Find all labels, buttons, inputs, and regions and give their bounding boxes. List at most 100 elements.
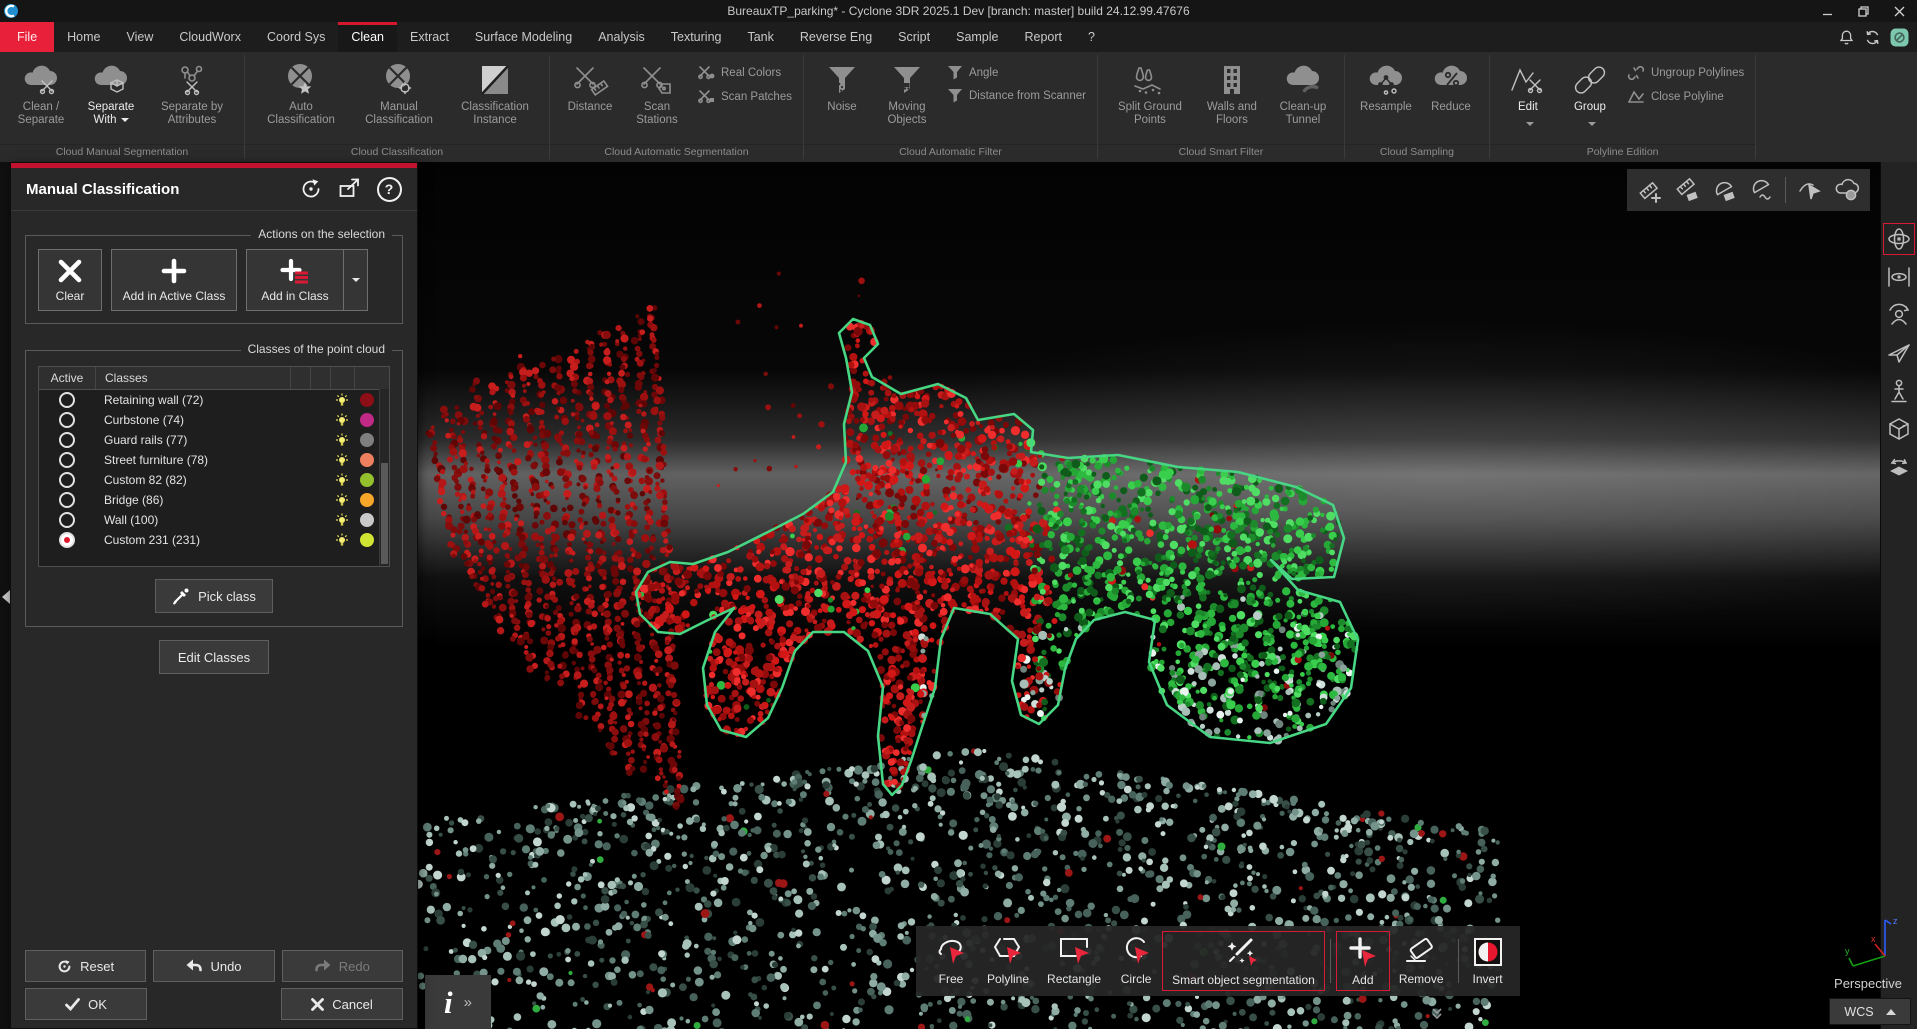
tab-file[interactable]: File (0, 22, 54, 52)
angle-filter-button[interactable]: Angle (947, 65, 1086, 80)
class-row[interactable]: Wall (100) (39, 510, 389, 530)
add-in-class-button[interactable]: Add in Class (246, 249, 344, 311)
class-color-swatch[interactable] (360, 413, 374, 427)
visibility-bulb-icon[interactable] (335, 433, 349, 447)
expand-info-chevron[interactable]: » (464, 994, 472, 1011)
class-color-swatch[interactable] (360, 453, 374, 467)
tool-smart-object-segmentation[interactable]: Smart object segmentation (1162, 931, 1325, 991)
projection-label[interactable]: Perspective (1823, 976, 1913, 991)
radio-unselected[interactable] (59, 512, 75, 528)
edit-classes-button[interactable]: Edit Classes (159, 640, 269, 674)
ok-button[interactable]: OK (25, 988, 147, 1020)
manual-classification-button[interactable]: Manual Classification (350, 57, 448, 129)
point-cloud-canvas[interactable] (418, 162, 1880, 1029)
detach-panel-icon[interactable] (337, 176, 363, 202)
clean-up-tunnel-button[interactable]: Clean-up Tunnel (1269, 57, 1337, 129)
radio-unselected[interactable] (59, 472, 75, 488)
real-colors-button[interactable]: Real Colors (697, 65, 792, 81)
tool-free[interactable]: Free (924, 931, 978, 991)
visibility-bulb-icon[interactable] (335, 493, 349, 507)
resample-button[interactable]: Resample (1352, 57, 1420, 116)
panel-collapse-arrow[interactable] (2, 590, 10, 604)
cancel-button[interactable]: Cancel (281, 988, 403, 1020)
close-button[interactable] (1881, 0, 1917, 22)
notifications-bell-icon[interactable] (1838, 29, 1855, 46)
reduce-button[interactable]: Reduce (1420, 57, 1482, 116)
restore-button[interactable] (1845, 0, 1881, 22)
tab-report[interactable]: Report (1012, 22, 1076, 52)
class-color-swatch[interactable] (360, 433, 374, 447)
tab-coord-sys[interactable]: Coord Sys (254, 22, 338, 52)
add-distance-measure-icon[interactable] (1634, 174, 1666, 206)
classes-scrollbar[interactable] (379, 389, 389, 566)
classification-instance-button[interactable]: Classification Instance (448, 57, 542, 129)
group-polylines-button[interactable]: Group (1559, 57, 1621, 135)
class-row[interactable]: Curbstone (74) (39, 410, 389, 430)
tool-rectangle[interactable]: Rectangle (1038, 931, 1110, 991)
class-color-swatch[interactable] (360, 493, 374, 507)
tab-sample[interactable]: Sample (943, 22, 1011, 52)
visibility-bulb-icon[interactable] (335, 453, 349, 467)
radio-unselected[interactable] (59, 412, 75, 428)
scan-patches-button[interactable]: Scan Patches (697, 89, 792, 105)
pick-cloud-icon[interactable] (1831, 174, 1863, 206)
class-row[interactable]: Custom 82 (82) (39, 470, 389, 490)
clean-separate-button[interactable]: Clean / Separate (7, 57, 75, 129)
assistant-icon[interactable] (1890, 28, 1909, 47)
wcs-dropdown[interactable]: WCS (1829, 998, 1911, 1025)
visibility-bulb-icon[interactable] (335, 533, 349, 547)
radio-unselected[interactable] (59, 452, 75, 468)
view-cube-button[interactable] (1884, 414, 1914, 444)
tab-help[interactable]: ? (1075, 22, 1108, 52)
visibility-bulb-icon[interactable] (335, 413, 349, 427)
tab-extract[interactable]: Extract (397, 22, 462, 52)
class-row-active[interactable]: Custom 231 (231) (39, 530, 389, 550)
visibility-bulb-icon[interactable] (335, 473, 349, 487)
scrollbar-thumb[interactable] (381, 463, 388, 564)
noise-button[interactable]: Noise (811, 57, 873, 116)
pick-class-button[interactable]: Pick class (155, 579, 273, 613)
radio-selected[interactable] (59, 532, 75, 548)
radio-unselected[interactable] (59, 492, 75, 508)
tab-analysis[interactable]: Analysis (585, 22, 658, 52)
visibility-bulb-icon[interactable] (335, 513, 349, 527)
distance-button[interactable]: Distance (557, 57, 623, 116)
constrained-orbit-button[interactable] (1884, 262, 1914, 292)
turntable-button[interactable] (1884, 452, 1914, 482)
close-polyline-button[interactable]: Close Polyline (1627, 89, 1744, 105)
fly-mode-button[interactable] (1884, 338, 1914, 368)
sync-icon[interactable] (1864, 29, 1881, 46)
radio-unselected[interactable] (59, 432, 75, 448)
help-icon[interactable]: ? (376, 176, 402, 202)
tab-reverse-eng[interactable]: Reverse Eng (787, 22, 885, 52)
tool-circle[interactable]: Circle (1110, 931, 1162, 991)
tab-home[interactable]: Home (54, 22, 113, 52)
tool-add[interactable]: Add (1336, 931, 1390, 991)
add-in-active-class-button[interactable]: Add in Active Class (111, 249, 237, 311)
tab-script[interactable]: Script (885, 22, 943, 52)
scan-stations-button[interactable]: Scan Stations (623, 57, 691, 129)
class-color-swatch[interactable] (360, 393, 374, 407)
ungroup-polylines-button[interactable]: Ungroup Polylines (1627, 65, 1744, 81)
visibility-bulb-icon[interactable] (335, 393, 349, 407)
undo-button[interactable]: Undo (153, 950, 274, 982)
orbit-mode-button[interactable] (1884, 224, 1914, 254)
separate-by-attributes-button[interactable]: Separate by Attributes (147, 57, 237, 129)
moving-objects-button[interactable]: Moving Objects (873, 57, 941, 129)
reset-button[interactable]: Reset (25, 950, 146, 982)
class-row[interactable]: Retaining wall (72) (39, 390, 389, 410)
add-in-class-dropdown[interactable] (344, 249, 368, 311)
look-around-button[interactable] (1884, 300, 1914, 330)
split-ground-points-button[interactable]: Split Ground Points (1105, 57, 1195, 129)
viewport-3d[interactable]: Free Polyline Rectangle Circle Smart obj… (418, 162, 1880, 1029)
class-color-swatch[interactable] (360, 513, 374, 527)
reset-history-icon[interactable] (298, 176, 324, 202)
class-color-swatch[interactable] (360, 533, 374, 547)
tab-tank[interactable]: Tank (734, 22, 786, 52)
angle-from-curve-measure-icon[interactable] (1745, 174, 1777, 206)
distance-from-scanner-button[interactable]: Distance from Scanner (947, 88, 1086, 103)
tab-texturing[interactable]: Texturing (658, 22, 735, 52)
tool-remove[interactable]: Remove (1390, 931, 1453, 991)
class-row[interactable]: Bridge (86) (39, 490, 389, 510)
tab-cloudworx[interactable]: CloudWorx (166, 22, 254, 52)
